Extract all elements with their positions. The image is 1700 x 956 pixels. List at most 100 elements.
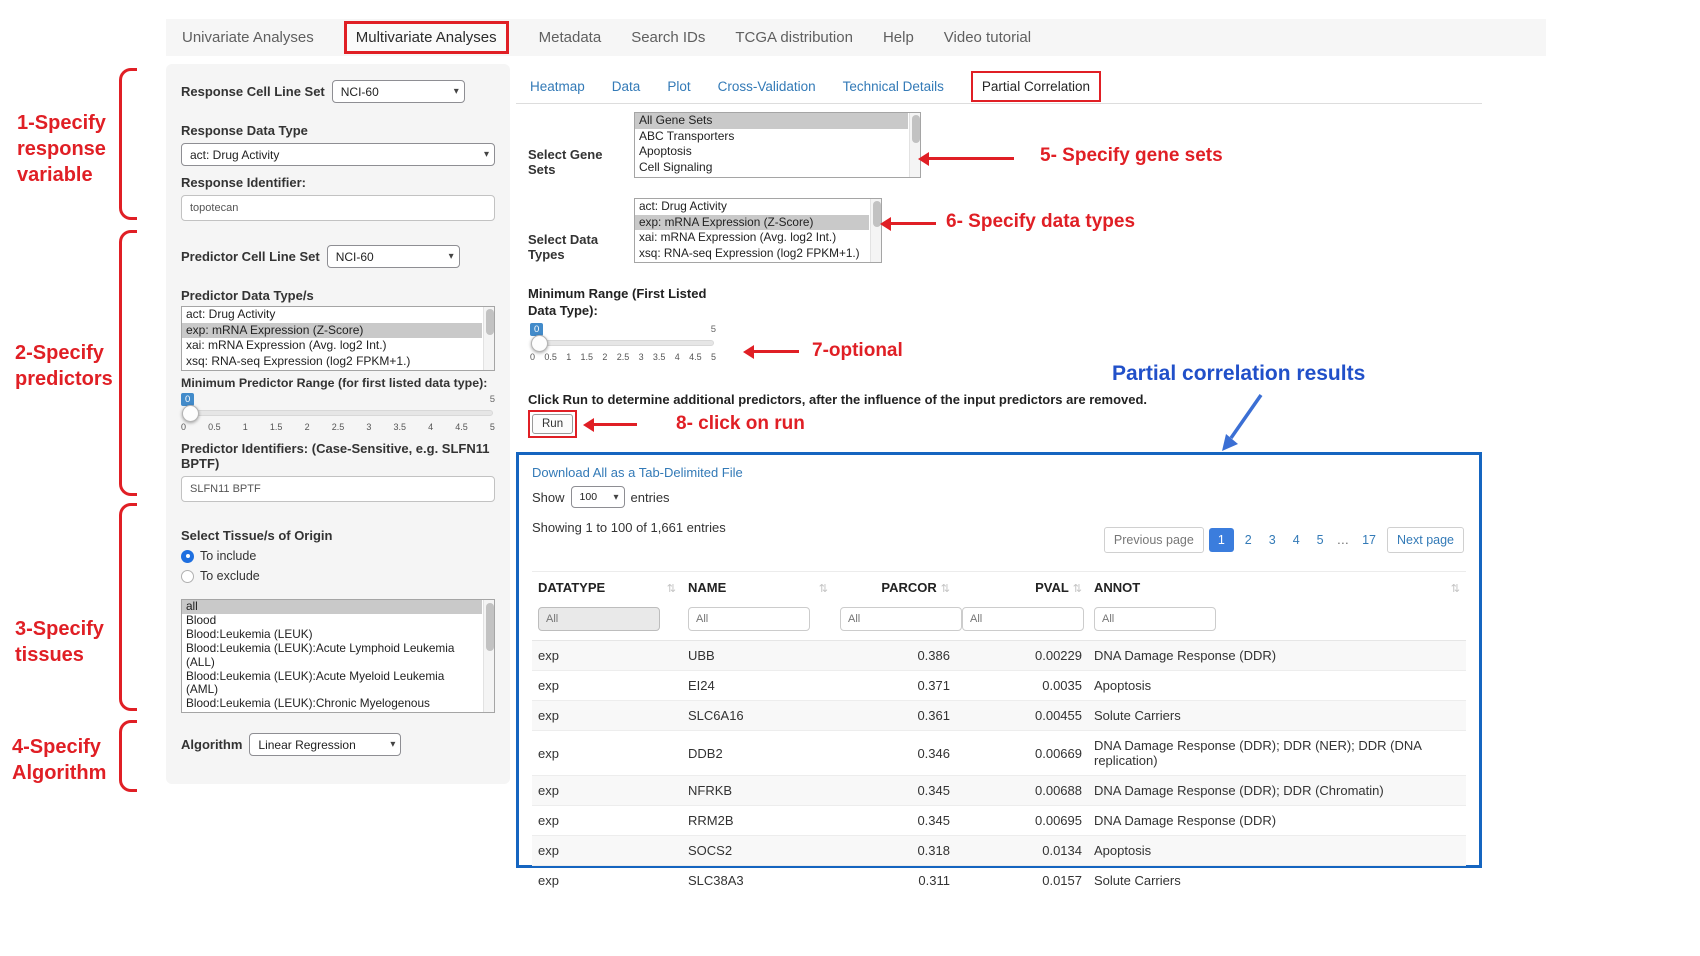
list-option[interactable]: exp: mRNA Expression (Z-Score) [635,215,869,231]
cell-annot: Solute Carriers [1088,866,1466,896]
filter-annot-input[interactable] [1094,607,1216,631]
list-option[interactable]: Apoptosis [635,144,908,160]
slider-handle[interactable] [182,405,199,422]
nav-multivariate-analyses[interactable]: Multivariate Analyses [344,21,509,54]
scrollbar[interactable] [483,307,494,370]
min-range-slider[interactable]: 0 5 0 0.5 1 1.5 2 2.5 3 3.5 4 4.5 5 [530,323,716,365]
scrollbar-thumb[interactable] [912,115,920,143]
scrollbar-thumb[interactable] [486,603,494,651]
gene-sets-listbox[interactable]: All Gene Sets ABC Transporters Apoptosis… [634,112,921,178]
page-button-5[interactable]: 5 [1311,528,1330,552]
tab-technical-details[interactable]: Technical Details [843,79,944,94]
nav-video-tutorial[interactable]: Video tutorial [944,29,1031,46]
response-cell-line-set-select[interactable]: NCI-60 [332,80,465,103]
list-option[interactable]: Blood:Leukemia (LEUK):Chronic Myelogenou… [182,697,482,713]
sort-icon[interactable] [1451,580,1460,595]
tab-partial-correlation[interactable]: Partial Correlation [971,71,1101,102]
response-identifier-input[interactable] [181,195,495,221]
list-option[interactable]: act: Drug Activity [635,199,869,215]
predictor-identifiers-input[interactable] [181,476,495,502]
list-option[interactable]: Blood:Leukemia (LEUK) [182,628,482,642]
page-button-1[interactable]: 1 [1209,528,1234,552]
scrollbar[interactable] [870,199,881,262]
radio-to-include[interactable] [181,550,194,563]
cell-datatype: exp [532,671,682,701]
response-data-type-select[interactable]: act: Drug Activity [181,143,495,166]
data-types-listbox[interactable]: act: Drug Activity exp: mRNA Expression … [634,198,882,263]
download-tab-delimited-link[interactable]: Download All as a Tab-Delimited File [532,465,1466,480]
sort-icon[interactable] [941,580,950,595]
cell-annot: Solute Carriers [1088,701,1466,731]
nav-tcga-distribution[interactable]: TCGA distribution [735,29,853,46]
column-header-annot[interactable]: ANNOT [1088,572,1466,604]
scrollbar[interactable] [909,113,920,177]
list-option[interactable]: xai: mRNA Expression (Avg. log2 Int.) [182,338,482,354]
filter-datatype-input[interactable] [538,607,660,631]
list-option[interactable]: xsq: RNA-seq Expression (log2 FPKM+1.) [182,354,482,370]
cell-parcor: 0.361 [834,701,956,731]
table-row: exp SLC6A16 0.361 0.00455 Solute Carrier… [532,701,1466,731]
list-option[interactable]: exp: mRNA Expression (Z-Score) [182,323,482,339]
cell-datatype: exp [532,641,682,671]
cell-annot: DNA Damage Response (DDR) [1088,806,1466,836]
slider-track[interactable] [532,340,714,346]
list-option[interactable]: ABC Transporters [635,129,908,145]
scrollbar[interactable] [483,600,494,712]
list-option[interactable]: xsq: RNA-seq Expression (log2 FPKM+1.) [635,246,869,262]
algorithm-select[interactable]: Linear Regression [249,733,401,756]
blue-arrow-icon [1213,392,1273,456]
data-types-label: Select Data Types [528,232,629,263]
list-option[interactable]: xai: mRNA Expression (Avg. log2 Int.) [635,230,869,246]
list-option[interactable]: All Gene Sets [635,113,908,129]
sort-icon[interactable] [667,580,676,595]
predictor-data-types-listbox[interactable]: act: Drug Activity exp: mRNA Expression … [181,306,495,371]
scrollbar-thumb[interactable] [486,309,494,335]
nav-help[interactable]: Help [883,29,914,46]
list-option[interactable]: Blood [182,614,482,628]
nav-search-ids[interactable]: Search IDs [631,29,705,46]
page-button-3[interactable]: 3 [1263,528,1282,552]
sort-icon[interactable] [819,580,828,595]
tab-plot[interactable]: Plot [667,79,690,94]
list-option[interactable]: Blood:Leukemia (LEUK):Acute Myeloid Leuk… [182,670,482,698]
filter-name-input[interactable] [688,607,810,631]
data-types-field: Select Data Types act: Drug Activity exp… [528,198,882,263]
annotation-5-gene-sets: 5- Specify gene sets [1040,144,1223,169]
list-option[interactable]: Cell Signaling [635,160,908,176]
nav-univariate-analyses[interactable]: Univariate Analyses [182,29,314,46]
column-header-datatype[interactable]: DATATYPE [532,572,682,604]
annotation-partial-correlation-results: Partial correlation results [1112,362,1365,386]
tab-heatmap[interactable]: Heatmap [530,79,585,94]
list-option[interactable]: all [182,600,482,614]
tab-data[interactable]: Data [612,79,641,94]
page-button-17[interactable]: 17 [1356,528,1382,552]
filter-parcor-input[interactable] [840,607,962,631]
filter-pval-input[interactable] [962,607,1084,631]
next-page-button[interactable]: Next page [1387,527,1464,553]
column-header-pval[interactable]: PVAL [956,572,1088,604]
column-header-name[interactable]: NAME [682,572,834,604]
min-predictor-range-slider[interactable]: 0 5 0 0.5 1 1.5 2 2.5 3 3.5 4 4.5 5 [181,393,495,435]
cell-name: DDB2 [682,731,834,776]
column-header-parcor[interactable]: PARCOR [834,572,956,604]
tab-cross-validation[interactable]: Cross-Validation [718,79,816,94]
page-button-4[interactable]: 4 [1287,528,1306,552]
slider-handle[interactable] [531,335,548,352]
list-option[interactable]: Blood:Leukemia (LEUK):Acute Lymphoid Leu… [182,642,482,670]
sort-icon[interactable] [1073,580,1082,595]
nav-metadata[interactable]: Metadata [539,29,602,46]
page-size-select[interactable]: 100 [571,486,625,508]
list-option[interactable]: act: Drug Activity [182,307,482,323]
response-identifier-label: Response Identifier: [181,175,495,190]
page-button-2[interactable]: 2 [1239,528,1258,552]
predictor-data-types-label: Predictor Data Type/s [181,288,495,303]
slider-track[interactable] [183,410,493,416]
gene-sets-label: Select Gene Sets [528,147,629,178]
tissue-listbox[interactable]: all Blood Blood:Leukemia (LEUK) Blood:Le… [181,599,495,713]
run-button[interactable]: Run [532,414,573,434]
predictor-cell-line-set-select[interactable]: NCI-60 [327,245,460,268]
cell-pval: 0.00669 [956,731,1088,776]
cell-datatype: exp [532,701,682,731]
previous-page-button[interactable]: Previous page [1104,527,1204,553]
radio-to-exclude[interactable] [181,570,194,583]
